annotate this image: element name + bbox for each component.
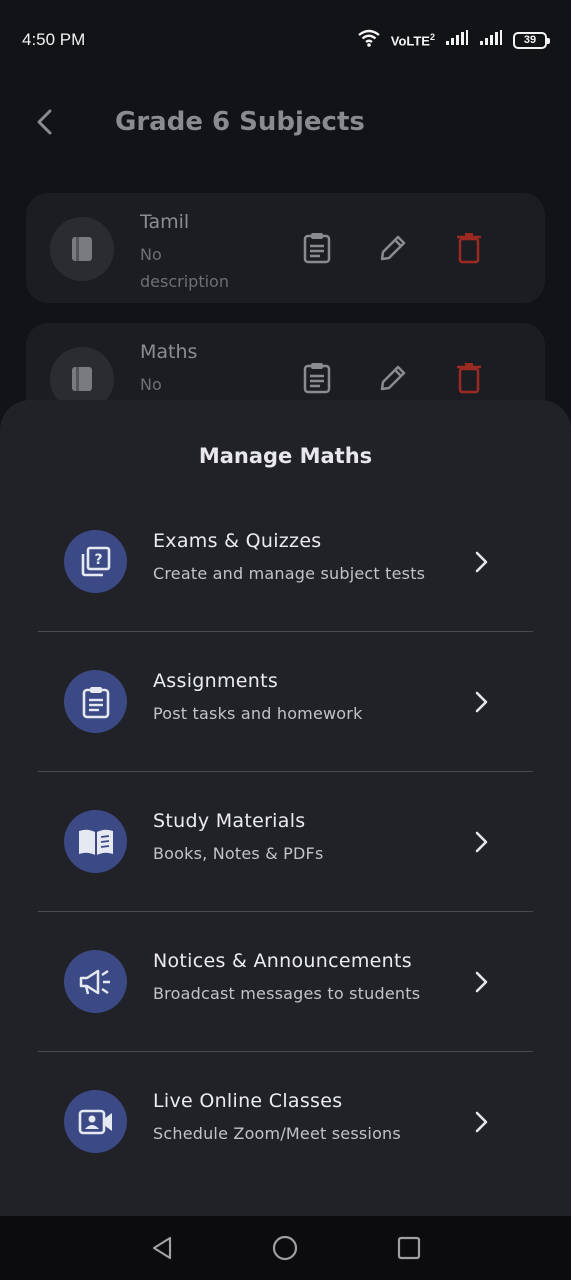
clipboard-icon[interactable] bbox=[300, 361, 334, 395]
chevron-right-icon bbox=[470, 547, 494, 577]
chevron-right-icon bbox=[470, 1107, 494, 1137]
manage-subject-sheet: Manage Maths ? Exams & Quizzes Create an… bbox=[0, 400, 571, 1216]
signal-icon-2 bbox=[479, 30, 503, 50]
quiz-icon: ? bbox=[64, 530, 127, 593]
option-title: Notices & Announcements bbox=[153, 950, 412, 972]
subject-book-icon bbox=[50, 217, 114, 281]
edit-pencil-icon[interactable] bbox=[376, 231, 410, 265]
video-icon bbox=[64, 1090, 127, 1153]
subject-name: Tamil bbox=[140, 211, 190, 233]
nav-home-icon[interactable] bbox=[271, 1234, 299, 1262]
subject-name: Maths bbox=[140, 341, 198, 363]
option-subtitle: Post tasks and homework bbox=[153, 704, 363, 723]
delete-trash-icon[interactable] bbox=[452, 361, 486, 395]
clipboard-icon[interactable] bbox=[300, 231, 334, 265]
option-subtitle: Schedule Zoom/Meet sessions bbox=[153, 1124, 401, 1143]
subject-description: No bbox=[140, 375, 162, 394]
option-notices-announcements[interactable]: Notices & Announcements Broadcast messag… bbox=[38, 912, 533, 1052]
back-chevron-icon[interactable] bbox=[30, 107, 60, 137]
option-subtitle: Books, Notes & PDFs bbox=[153, 844, 324, 863]
subject-description: No description bbox=[140, 245, 229, 291]
option-subtitle: Broadcast messages to students bbox=[153, 984, 421, 1003]
wifi-icon bbox=[357, 29, 381, 51]
status-time: 4:50 PM bbox=[22, 30, 86, 49]
assignment-icon bbox=[64, 670, 127, 733]
page-title: Grade 6 Subjects bbox=[115, 107, 365, 137]
battery-icon: 39 bbox=[513, 31, 550, 49]
svg-text:?: ? bbox=[94, 552, 102, 568]
option-title: Live Online Classes bbox=[153, 1090, 343, 1112]
signal-icon bbox=[445, 30, 469, 50]
chevron-right-icon bbox=[470, 967, 494, 997]
delete-trash-icon[interactable] bbox=[452, 231, 486, 265]
option-subtitle: Create and manage subject tests bbox=[153, 564, 426, 583]
nav-recents-icon[interactable] bbox=[395, 1234, 423, 1262]
chevron-right-icon bbox=[470, 827, 494, 857]
nav-back-icon[interactable] bbox=[148, 1234, 176, 1262]
option-title: Assignments bbox=[153, 670, 279, 692]
book-icon bbox=[64, 810, 127, 873]
chevron-right-icon bbox=[470, 687, 494, 717]
option-assignments[interactable]: Assignments Post tasks and homework bbox=[38, 632, 533, 772]
option-exams-quizzes[interactable]: ? Exams & Quizzes Create and manage subj… bbox=[38, 492, 533, 632]
page-header: Grade 6 Subjects bbox=[0, 95, 571, 155]
option-title: Study Materials bbox=[153, 810, 306, 832]
option-title: Exams & Quizzes bbox=[153, 530, 322, 552]
sheet-title: Manage Maths bbox=[198, 444, 373, 468]
status-bar: 4:50 PM VoLTE2 39 bbox=[0, 0, 571, 80]
volte-label: VoLTE2 bbox=[390, 31, 435, 49]
subject-card-tamil[interactable]: Tamil No description bbox=[26, 193, 545, 303]
option-live-online-classes[interactable]: Live Online Classes Schedule Zoom/Meet s… bbox=[38, 1052, 533, 1192]
option-study-materials[interactable]: Study Materials Books, Notes & PDFs bbox=[38, 772, 533, 912]
system-nav-bar bbox=[0, 1216, 571, 1280]
edit-pencil-icon[interactable] bbox=[376, 361, 410, 395]
megaphone-icon bbox=[64, 950, 127, 1013]
status-icons: VoLTE2 39 bbox=[357, 29, 550, 51]
